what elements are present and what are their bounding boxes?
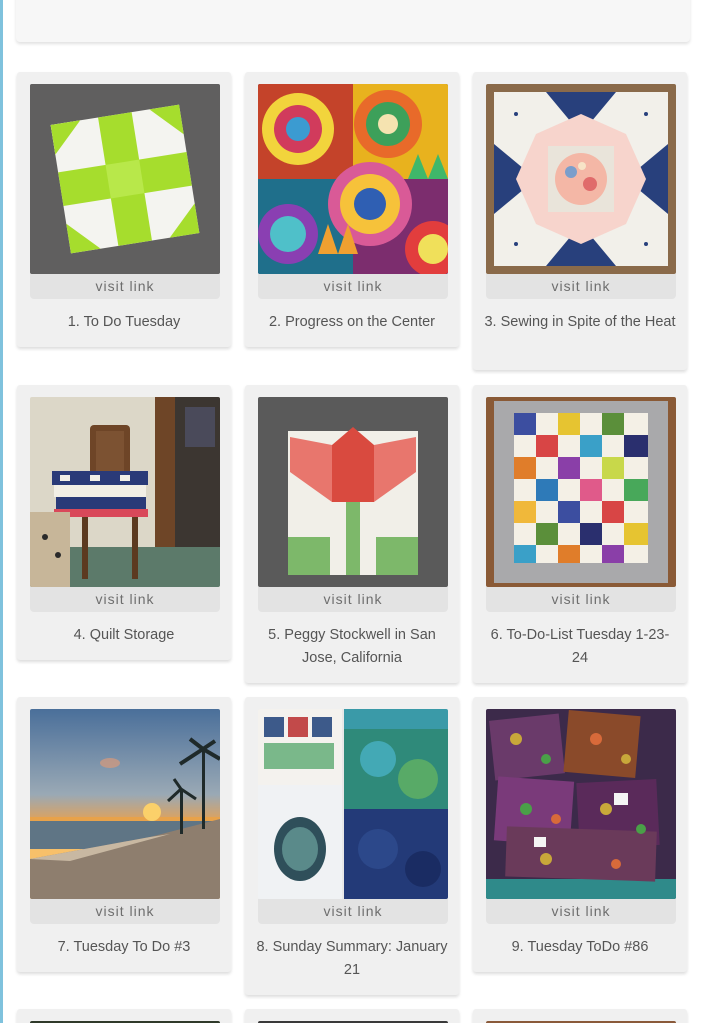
thumbnail-image[interactable] <box>30 709 220 899</box>
gallery-item-8[interactable]: visit link 8. Sunday Summary: January 21 <box>245 697 459 995</box>
item-title[interactable]: 7. Tuesday To Do #3 <box>27 936 221 959</box>
gallery-item-7[interactable]: visit link 7. Tuesday To Do #3 <box>17 697 231 972</box>
item-title[interactable]: 4. Quilt Storage <box>27 624 221 647</box>
thumbnail-image[interactable] <box>30 84 220 274</box>
item-title-text[interactable]: Tuesday ToDo #86 <box>527 939 648 955</box>
visit-link-button[interactable]: visit link <box>486 587 676 612</box>
item-title-text[interactable]: To Do Tuesday <box>84 314 181 330</box>
item-title[interactable]: 2. Progress on the Center <box>255 311 449 334</box>
visit-link-button[interactable]: visit link <box>486 899 676 924</box>
thumbnail-image[interactable] <box>258 84 448 274</box>
thumbnail-image[interactable] <box>30 397 220 587</box>
item-number: 4. <box>73 627 86 643</box>
gallery-item-6[interactable]: visit link 6. To-Do-List Tuesday 1-23-24 <box>473 385 687 683</box>
gallery-item-3[interactable]: visit link 3. Sewing in Spite of the Hea… <box>473 72 687 370</box>
gallery-item-10[interactable] <box>17 1009 231 1023</box>
gallery-item-1[interactable]: visit link 1. To Do Tuesday <box>17 72 231 347</box>
item-number: 9. <box>511 939 524 955</box>
item-title[interactable]: 9. Tuesday ToDo #86 <box>483 936 677 959</box>
item-title[interactable]: 8. Sunday Summary: January 21 <box>255 936 449 982</box>
item-number: 7. <box>57 939 70 955</box>
item-title[interactable]: 3. Sewing in Spite of the Heat <box>483 311 677 334</box>
item-title[interactable]: 6. To-Do-List Tuesday 1-23-24 <box>483 624 677 670</box>
visit-link-button[interactable]: visit link <box>30 899 220 924</box>
visit-link-button[interactable]: visit link <box>30 274 220 299</box>
thumbnail-image[interactable] <box>486 84 676 274</box>
gallery-item-9[interactable]: visit link 9. Tuesday ToDo #86 <box>473 697 687 972</box>
link-party-gallery: visit link 1. To Do Tuesday visit link 2… <box>0 0 702 1023</box>
item-title-text[interactable]: To-Do-List Tuesday 1-23-24 <box>507 627 670 666</box>
visit-link-button[interactable]: visit link <box>30 587 220 612</box>
item-title[interactable]: 5. Peggy Stockwell in San Jose, Californ… <box>255 624 449 670</box>
item-number: 1. <box>67 314 80 330</box>
item-title-text[interactable]: Progress on the Center <box>285 314 435 330</box>
item-title[interactable]: 1. To Do Tuesday <box>27 311 221 334</box>
item-title-text[interactable]: Peggy Stockwell in San Jose, California <box>284 627 436 666</box>
gallery-item-4[interactable]: visit link 4. Quilt Storage <box>17 385 231 660</box>
thumbnail-image[interactable] <box>258 397 448 587</box>
gallery-item-2[interactable]: visit link 2. Progress on the Center <box>245 72 459 347</box>
item-title-text[interactable]: Quilt Storage <box>90 627 175 643</box>
item-number: 8. <box>256 939 269 955</box>
thumbnail-image[interactable] <box>486 397 676 587</box>
item-title-text[interactable]: Sewing in Spite of the Heat <box>501 314 676 330</box>
item-number: 2. <box>268 314 282 330</box>
visit-link-button[interactable]: visit link <box>486 274 676 299</box>
item-title-text[interactable]: Tuesday To Do #3 <box>73 939 190 955</box>
left-accent-border <box>0 0 3 1023</box>
item-number: 3. <box>484 314 497 330</box>
thumbnail-image[interactable] <box>486 709 676 899</box>
gallery-item-5[interactable]: visit link 5. Peggy Stockwell in San Jos… <box>245 385 459 683</box>
visit-link-button[interactable]: visit link <box>258 899 448 924</box>
thumbnail-image[interactable] <box>258 709 448 899</box>
visit-link-button[interactable]: visit link <box>258 587 448 612</box>
previous-section-card <box>16 0 690 42</box>
gallery-item-11[interactable] <box>245 1009 459 1023</box>
item-title-text[interactable]: Sunday Summary: January 21 <box>273 939 448 978</box>
gallery-item-12[interactable] <box>473 1009 687 1023</box>
item-number: 6. <box>490 627 503 643</box>
item-number: 5. <box>268 627 281 643</box>
visit-link-button[interactable]: visit link <box>258 274 448 299</box>
